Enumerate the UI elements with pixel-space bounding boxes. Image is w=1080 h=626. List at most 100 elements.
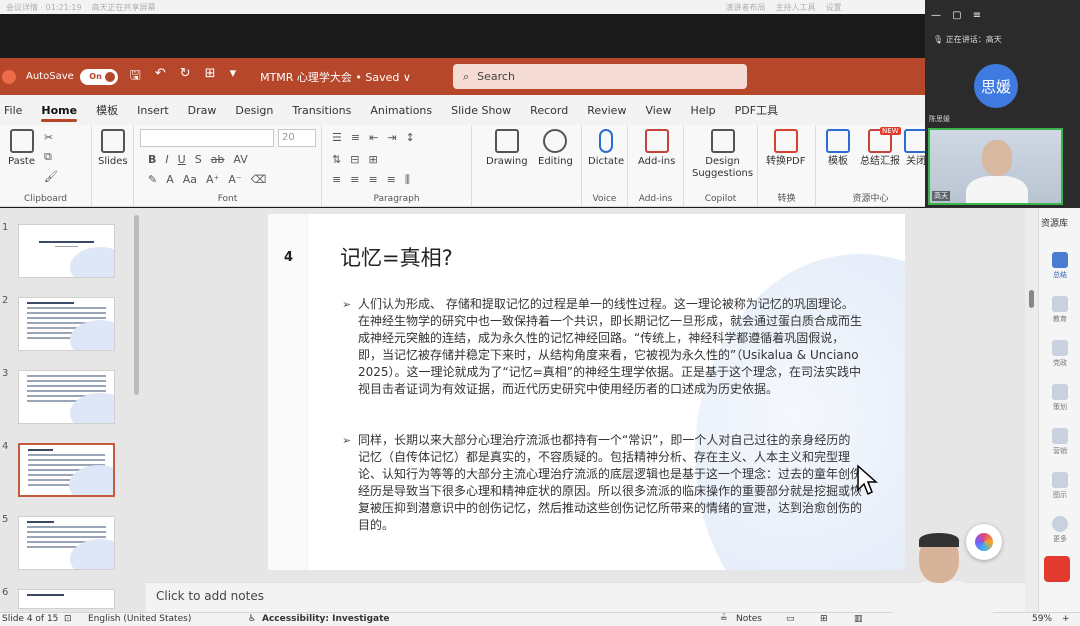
zoom-in-icon[interactable]: +	[1062, 614, 1070, 624]
autosave-toggle[interactable]: On	[79, 68, 118, 85]
copy-icon[interactable]: ⧉	[44, 150, 58, 164]
resource-item-more[interactable]: 更多	[1039, 516, 1080, 544]
smartart-icon[interactable]: ⊞	[368, 153, 377, 166]
slide-thumbnail[interactable]	[18, 297, 115, 351]
to-pdf-button[interactable]: 转换PDF	[766, 129, 805, 168]
thumbnails-scrollbar[interactable]	[134, 215, 139, 395]
resource-item-diagram[interactable]: 图示	[1039, 472, 1080, 500]
bold-button[interactable]: B	[148, 153, 156, 166]
highlight-icon[interactable]: ✎	[148, 173, 157, 186]
strikethrough-button[interactable]: ab	[211, 153, 225, 166]
design-suggestions-button[interactable]: Design Suggestions	[692, 129, 753, 180]
clear-format-icon[interactable]: ⌫	[251, 173, 267, 186]
slide-thumbnail[interactable]	[18, 516, 115, 570]
decrease-indent-icon[interactable]: ⇤	[369, 131, 378, 144]
save-icon[interactable]: 🖫	[130, 66, 141, 88]
slide-thumbnail[interactable]	[18, 370, 115, 424]
increase-indent-icon[interactable]: ⇥	[387, 131, 396, 144]
justify-icon[interactable]: ≡	[387, 173, 396, 187]
tab-transitions[interactable]: Transitions	[292, 98, 351, 123]
meeting-window-controls[interactable]: — ▢ ≡	[931, 10, 985, 21]
resource-item-marketing[interactable]: 营销	[1039, 428, 1080, 456]
normal-view-icon[interactable]: ▭	[786, 614, 795, 624]
align-text-icon[interactable]: ⊟	[350, 153, 359, 166]
drawing-button[interactable]: Drawing	[486, 129, 528, 168]
current-slide[interactable]: 4 记忆=真相? ➢ 人们认为形成、 存储和提取记忆的过程是单一的线性过程。这一…	[268, 214, 905, 570]
reading-view-icon[interactable]: ▥	[854, 614, 863, 624]
font-color-icon[interactable]: A	[166, 173, 174, 186]
tab-help[interactable]: Help	[691, 98, 716, 123]
meeting-strip-item[interactable]: 演讲者布局	[726, 2, 766, 13]
underline-button[interactable]: U	[178, 153, 186, 166]
font-name-select[interactable]	[140, 129, 274, 147]
present-icon[interactable]: ⊞	[205, 66, 216, 88]
document-title[interactable]: MTMR 心理学大会 • Saved ∨	[260, 69, 411, 85]
editing-button[interactable]: Editing	[538, 129, 573, 168]
italic-button[interactable]: I	[165, 153, 168, 166]
shrink-font-icon[interactable]: A⁻	[228, 173, 241, 186]
meeting-strip-item[interactable]: 主持人工具	[776, 2, 816, 13]
customize-qat-icon[interactable]: ▾	[230, 66, 237, 88]
bullets-icon[interactable]: ☰	[332, 131, 342, 144]
font-size-select[interactable]: 20	[278, 129, 316, 147]
tab-review[interactable]: Review	[587, 98, 626, 123]
format-painter-icon[interactable]: 🖌	[44, 170, 58, 183]
slide-scrollbar[interactable]	[1025, 208, 1038, 612]
columns-icon[interactable]: ⫼	[405, 173, 410, 187]
tab-file[interactable]: File	[4, 98, 22, 123]
slide-thumbnail[interactable]	[18, 224, 115, 278]
tab-animations[interactable]: Animations	[370, 98, 432, 123]
slide-paragraph-2[interactable]: ➢ 同样，长期以来大部分心理治疗流派也都持有一个“常识”，即一个人对自己过往的亲…	[342, 432, 862, 534]
slide-thumbnail-selected[interactable]	[18, 443, 115, 497]
paste-button[interactable]: Paste	[8, 129, 35, 168]
slide-title[interactable]: 记忆=真相?	[340, 242, 453, 272]
dictate-button[interactable]: Dictate	[588, 129, 624, 168]
spell-check-icon[interactable]: ⊡	[64, 614, 72, 624]
participant-avatar[interactable]: 思媛	[974, 64, 1018, 108]
scrollbar-thumb[interactable]	[1029, 290, 1034, 308]
language-status[interactable]: English (United States)	[88, 614, 191, 624]
notes-button[interactable]: Notes	[736, 614, 762, 624]
resource-panel-title[interactable]: 资源库	[1041, 216, 1068, 229]
tab-design[interactable]: Design	[235, 98, 273, 123]
resource-item-party[interactable]: 党政	[1039, 340, 1080, 368]
meeting-strip-item[interactable]: 会议详情 · 01:21:19	[6, 2, 82, 13]
tab-record[interactable]: Record	[530, 98, 568, 123]
tab-slide-show[interactable]: Slide Show	[451, 98, 511, 123]
participant-video[interactable]: 高天	[928, 128, 1063, 205]
change-case-icon[interactable]: Aa	[183, 173, 197, 186]
grow-font-icon[interactable]: A⁺	[206, 173, 219, 186]
red-packet-icon[interactable]	[1044, 556, 1070, 582]
tab-templates[interactable]: 模板	[96, 96, 118, 124]
slide-sorter-icon[interactable]: ⊞	[820, 614, 828, 624]
tab-view[interactable]: View	[645, 98, 671, 123]
line-spacing-icon[interactable]: ↕	[406, 131, 415, 144]
text-direction-icon[interactable]: ⇅	[332, 153, 341, 166]
tab-insert[interactable]: Insert	[137, 98, 169, 123]
tab-pdf-tools[interactable]: PDF工具	[735, 96, 778, 124]
accessibility-status[interactable]: Accessibility: Investigate	[262, 614, 390, 624]
shadow-button[interactable]: S	[195, 153, 202, 166]
resource-item-summary[interactable]: 总结	[1039, 252, 1080, 280]
resource-item-education[interactable]: 教育	[1039, 296, 1080, 324]
redo-icon[interactable]: ↻	[180, 66, 191, 88]
align-center-icon[interactable]: ≡	[350, 173, 359, 187]
tab-draw[interactable]: Draw	[188, 98, 217, 123]
undo-icon[interactable]: ↶	[155, 66, 166, 88]
numbering-icon[interactable]: ≡	[351, 131, 360, 144]
addins-button[interactable]: Add-ins	[638, 129, 675, 168]
align-left-icon[interactable]: ≡	[332, 173, 341, 187]
slides-button[interactable]: Slides	[98, 129, 128, 168]
slide-thumbnail[interactable]	[18, 589, 115, 609]
resource-item-planning[interactable]: 策划	[1039, 384, 1080, 412]
meeting-strip-item[interactable]: 设置	[826, 2, 842, 13]
char-spacing-button[interactable]: AV	[233, 153, 247, 166]
templates-button[interactable]: 模板	[826, 129, 850, 168]
search-input[interactable]: ⌕ Search	[452, 64, 747, 89]
slide-paragraph-1[interactable]: ➢ 人们认为形成、 存储和提取记忆的过程是单一的线性过程。这一理论被称为记忆的巩…	[342, 296, 862, 398]
align-right-icon[interactable]: ≡	[368, 173, 377, 187]
zoom-level[interactable]: 59%	[1032, 614, 1052, 624]
tab-home[interactable]: Home	[41, 98, 77, 123]
cut-icon[interactable]: ✂	[44, 131, 58, 144]
resource-panel: 资源库 总结 教育 党政 策划 营销 图示 更多	[1038, 208, 1080, 612]
